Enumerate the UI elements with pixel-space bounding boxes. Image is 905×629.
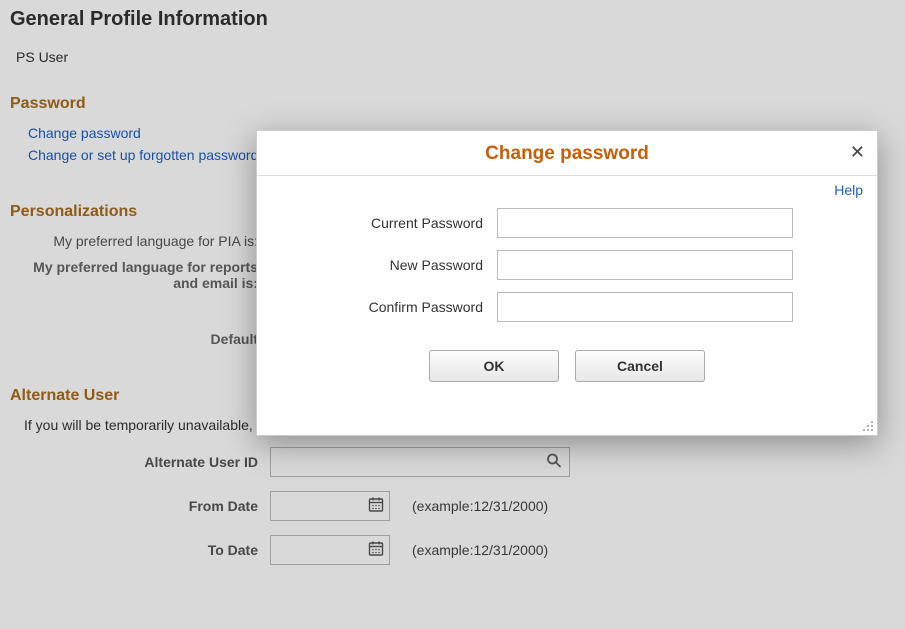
close-icon[interactable]: ✕	[850, 143, 865, 161]
new-password-label: New Password	[297, 257, 497, 273]
resize-grip-icon[interactable]	[861, 419, 875, 433]
confirm-password-label: Confirm Password	[297, 299, 497, 315]
new-password-input[interactable]	[497, 250, 793, 280]
help-link[interactable]: Help	[834, 182, 863, 198]
current-password-input[interactable]	[497, 208, 793, 238]
confirm-password-input[interactable]	[497, 292, 793, 322]
change-password-modal: Change password ✕ Help Current Password …	[256, 130, 878, 436]
current-password-label: Current Password	[297, 215, 497, 231]
modal-title: Change password	[485, 143, 649, 164]
cancel-button[interactable]: Cancel	[575, 350, 705, 382]
ok-button[interactable]: OK	[429, 350, 559, 382]
